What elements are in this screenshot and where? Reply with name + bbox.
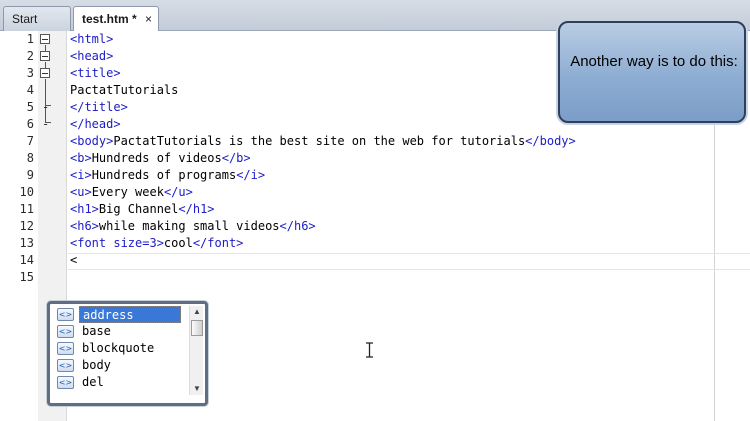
scroll-thumb[interactable] — [191, 320, 203, 336]
fold-toggle-icon[interactable] — [40, 68, 50, 78]
line-number: 12 — [19, 219, 34, 233]
html-tag-token: <body> — [70, 134, 114, 148]
autocomplete-popup[interactable]: <> address <> base <> blockquote <> body <> del ▲… — [47, 301, 208, 406]
autocomplete-item[interactable]: <> blockquote — [55, 340, 185, 357]
code-line[interactable]: <h6>while making small videos</h6> — [70, 218, 316, 235]
code-line[interactable]: PactatTutorials — [70, 82, 178, 99]
html-tag-token: <i> — [70, 168, 92, 182]
line-number: 6 — [26, 117, 34, 131]
tag-icon: <> — [57, 376, 74, 389]
autocomplete-item-label: address — [79, 306, 181, 323]
popup-scrollbar[interactable]: ▲ ▼ — [189, 306, 203, 395]
html-tag-token: </head> — [70, 117, 121, 131]
text-token: cool — [163, 236, 193, 250]
autocomplete-item[interactable]: <> del — [55, 374, 185, 391]
text-token: Big Channel — [98, 202, 179, 216]
tab-start-page[interactable]: Start Page — [3, 6, 71, 50]
html-tag-token: </title> — [70, 100, 128, 114]
code-line[interactable]: <title> — [70, 65, 121, 82]
current-line-highlight — [68, 253, 750, 270]
autocomplete-item[interactable]: <> body — [55, 357, 185, 374]
scroll-up-icon[interactable]: ▲ — [190, 306, 204, 318]
line-number-gutter: 1 2 3 4 5 6 7 8 9 10 11 12 13 14 15 — [0, 31, 38, 421]
code-line[interactable]: <b>Hundreds of videos</b> — [70, 150, 251, 167]
text-cursor-icon — [366, 342, 373, 358]
tag-icon: <> — [57, 308, 74, 321]
html-tag-token: <h1> — [70, 202, 99, 216]
autocomplete-item-label: blockquote — [82, 341, 155, 355]
scroll-down-icon[interactable]: ▼ — [190, 383, 204, 395]
text-token: Hundreds of videos — [91, 151, 222, 165]
html-tag-token: </h1> — [178, 202, 215, 216]
html-tag-token: </i> — [236, 168, 266, 182]
html-tag-token: <b> — [70, 151, 92, 165]
html-tag-token: <h6> — [70, 219, 99, 233]
code-line[interactable]: <head> — [70, 48, 113, 65]
line-number: 1 — [26, 32, 34, 46]
html-tag-token: <font size=3> — [70, 236, 164, 250]
fold-dash: - — [42, 100, 50, 114]
line-number: 4 — [26, 83, 34, 97]
tab-label: test.htm * — [82, 12, 137, 26]
text-token: Hundreds of programs — [91, 168, 237, 182]
tag-icon: <> — [57, 342, 74, 355]
autocomplete-item[interactable]: <> base — [55, 323, 185, 340]
code-line[interactable]: <u>Every week</u> — [70, 184, 193, 201]
fold-toggle-icon[interactable] — [40, 51, 50, 61]
text-token: while making small videos — [98, 219, 280, 233]
html-tag-token: <u> — [70, 185, 92, 199]
line-number: 14 — [19, 253, 34, 267]
code-line[interactable]: < — [70, 252, 77, 269]
html-tag-token: <head> — [70, 49, 114, 63]
tag-icon: <> — [57, 325, 74, 338]
html-tag-token: </b> — [221, 151, 251, 165]
code-line[interactable]: <html> — [70, 31, 113, 48]
text-token: PactatTutorials — [70, 83, 179, 97]
html-tag-token: <title> — [70, 66, 121, 80]
line-number: 10 — [19, 185, 34, 199]
callout-text: Another way is to do this: — [570, 53, 738, 70]
code-line[interactable]: <i>Hundreds of programs</i> — [70, 167, 265, 184]
autocomplete-item-label: del — [82, 375, 104, 389]
code-line[interactable]: <h1>Big Channel</h1> — [70, 201, 215, 218]
text-token: PactatTutorials is the best site on the … — [113, 134, 526, 148]
text-token: Every week — [91, 185, 164, 199]
html-tag-token: </body> — [525, 134, 576, 148]
tag-icon: <> — [57, 359, 74, 372]
autocomplete-item-label: base — [82, 324, 111, 338]
code-line[interactable]: </title> — [70, 99, 128, 116]
code-line[interactable]: <body>PactatTutorials is the best site o… — [70, 133, 576, 150]
line-number: 7 — [26, 134, 34, 148]
line-number: 2 — [26, 49, 34, 63]
html-tag-token: </font> — [192, 236, 244, 250]
code-line[interactable]: <font size=3>cool</font> — [70, 235, 243, 252]
line-number: 15 — [19, 270, 34, 284]
autocomplete-item-label: body — [82, 358, 111, 372]
line-number: 13 — [19, 236, 34, 250]
line-number: 5 — [26, 100, 34, 114]
html-tag-token: </u> — [163, 185, 193, 199]
html-tag-token: </h6> — [279, 219, 316, 233]
line-number: 9 — [26, 168, 34, 182]
fold-toggle-icon[interactable] — [40, 34, 50, 44]
text-token: < — [70, 253, 78, 267]
autocomplete-item[interactable]: <> address — [55, 306, 185, 323]
line-number: 8 — [26, 151, 34, 165]
annotation-callout: Another way is to do this: — [558, 21, 746, 123]
line-number: 3 — [26, 66, 34, 80]
html-tag-token: <html> — [70, 32, 114, 46]
tab-test-htm[interactable]: test.htm * × — [73, 6, 159, 32]
code-line[interactable]: </head> — [70, 116, 121, 133]
line-number: 11 — [19, 202, 34, 216]
fold-dash: - — [42, 117, 50, 131]
close-tab-icon[interactable]: × — [145, 7, 152, 31]
